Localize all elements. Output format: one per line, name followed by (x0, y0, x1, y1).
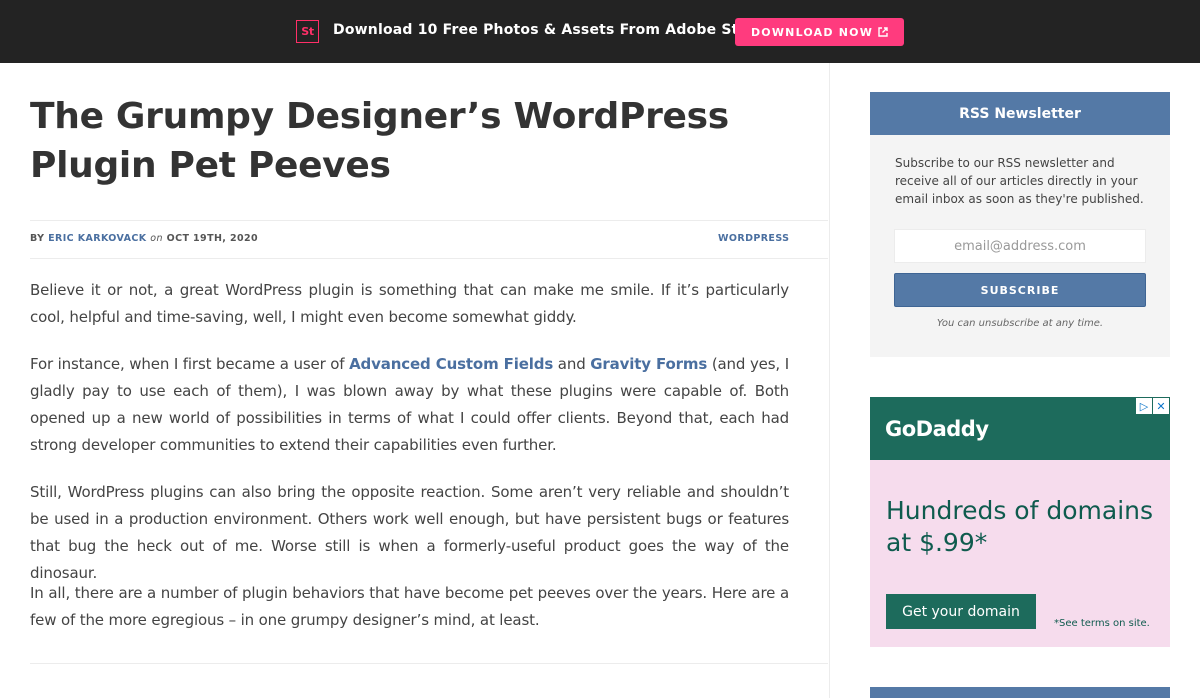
ad-headline: Hundreds of domains at $.99* (886, 496, 1154, 557)
promo-bar: St Download 10 Free Photos & Assets From… (0, 0, 1200, 63)
newsletter-title: RSS Newsletter (870, 92, 1170, 135)
adchoices-icon[interactable]: ▷ (1136, 398, 1152, 414)
meta-on: on (150, 233, 163, 244)
download-now-label: DOWNLOAD NOW (750, 25, 874, 39)
email-input[interactable] (894, 229, 1146, 263)
article-title: The Grumpy Designer’s WordPress Plugin P… (30, 96, 729, 186)
promo-text[interactable]: Download 10 Free Photos & Assets From Ad… (333, 22, 766, 38)
next-widget-header (870, 687, 1170, 698)
paragraph-2: For instance, when I first became a user… (30, 351, 789, 459)
ad-choices[interactable]: ▷ ✕ (1136, 398, 1169, 414)
paragraph-2-and: and (553, 355, 591, 373)
meta-divider-top (30, 220, 828, 221)
content-divider (829, 63, 830, 698)
subscribe-button[interactable]: SUBSCRIBE (894, 273, 1146, 307)
external-link-icon (878, 27, 888, 37)
adobe-stock-logo: St (296, 20, 319, 43)
publish-date: OCT 19TH, 2020 (166, 233, 259, 244)
section-divider (30, 663, 828, 664)
paragraph-3: Still, WordPress plugins can also bring … (30, 483, 789, 582)
unsubscribe-note: You can unsubscribe at any time. (936, 318, 1104, 329)
ad-header: GoDaddy (870, 397, 1170, 460)
gravity-forms-link[interactable]: Gravity Forms (590, 355, 707, 373)
advanced-custom-fields-link[interactable]: Advanced Custom Fields (349, 355, 553, 373)
article-meta: BY ERIC KARKOVACK on OCT 19TH, 2020 (30, 233, 258, 244)
close-icon[interactable]: ✕ (1153, 398, 1169, 414)
meta-divider-bottom (30, 258, 828, 259)
newsletter-widget: RSS Newsletter Subscribe to our RSS news… (870, 92, 1170, 357)
ad-terms: *See terms on site. (1054, 618, 1150, 629)
paragraph-2-intro: For instance, when I first became a user… (30, 355, 350, 373)
meta-by: BY (30, 233, 45, 244)
paragraph-4: In all, there are a number of plugin beh… (30, 584, 789, 629)
paragraph-1: Believe it or not, a great WordPress plu… (30, 281, 789, 326)
godaddy-ad[interactable]: GoDaddy ▷ ✕ Hundreds of domains at $.99*… (870, 397, 1170, 647)
author-link[interactable]: ERIC KARKOVACK (48, 233, 146, 244)
download-now-button[interactable]: DOWNLOAD NOW (735, 18, 904, 46)
category-link[interactable]: WORDPRESS (718, 233, 789, 244)
newsletter-description: Subscribe to our RSS newsletter and rece… (895, 156, 1144, 206)
get-domain-button[interactable]: Get your domain (886, 594, 1036, 629)
godaddy-logo: GoDaddy (885, 417, 989, 441)
